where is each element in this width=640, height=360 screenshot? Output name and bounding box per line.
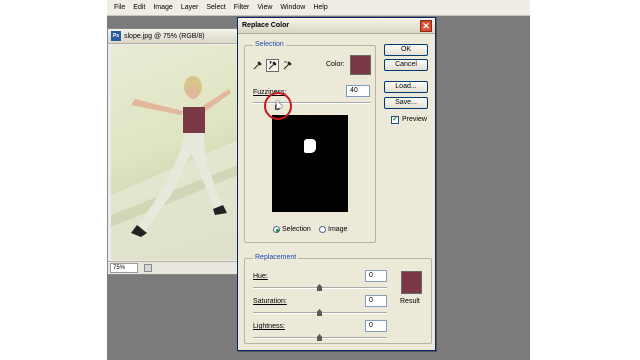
right-frame [530, 0, 640, 360]
radio-selection-label: Selection [282, 226, 311, 233]
result-color-swatch[interactable] [401, 271, 422, 294]
document-window: Ps slope.jpg @ 75% (RGB/8) 75% [107, 28, 240, 275]
image-canvas[interactable] [111, 45, 238, 260]
selection-legend: Selection [253, 41, 286, 48]
fuzziness-input[interactable]: 40 [346, 85, 370, 97]
selection-preview[interactable] [272, 115, 348, 212]
radio-selection[interactable] [273, 226, 280, 233]
hue-label: Hue: [253, 273, 268, 280]
eyedropper-icon[interactable] [251, 59, 264, 72]
menu-filter[interactable]: Filter [230, 0, 254, 16]
photoshop-window: File Edit Image Layer Select Filter View… [107, 0, 530, 360]
selection-group: Selection Color: Fuzziness: 40 Selection [244, 41, 376, 243]
close-button[interactable]: ✕ [420, 20, 432, 32]
eyedropper-plus-icon[interactable] [266, 59, 279, 72]
cancel-button[interactable]: Cancel [384, 59, 428, 71]
document-status-bar: 75% [108, 261, 239, 274]
photo-jumping-woman [111, 76, 238, 260]
replacement-group: Replacement Hue: 0 Saturation: 0 Lightne… [244, 254, 432, 344]
saturation-slider-thumb[interactable] [317, 309, 322, 316]
lightness-input[interactable]: 0 [365, 320, 387, 332]
menu-image[interactable]: Image [149, 0, 176, 16]
saturation-input[interactable]: 0 [365, 295, 387, 307]
menu-layer[interactable]: Layer [177, 0, 203, 16]
document-title: slope.jpg @ 75% (RGB/8) [124, 32, 205, 40]
menu-help[interactable]: Help [309, 0, 331, 16]
document-title-bar[interactable]: Ps slope.jpg @ 75% (RGB/8) [108, 29, 239, 44]
menu-file[interactable]: File [110, 0, 129, 16]
ok-button[interactable]: OK [384, 44, 428, 56]
status-info-icon[interactable] [144, 264, 152, 272]
left-frame [0, 0, 107, 360]
hue-slider-thumb[interactable] [317, 284, 322, 291]
selection-mask-blob [304, 139, 316, 153]
zoom-field[interactable]: 75% [110, 263, 138, 273]
preview-label: Preview [402, 116, 427, 123]
selection-color-swatch[interactable] [350, 55, 371, 75]
menu-edit[interactable]: Edit [129, 0, 149, 16]
hue-input[interactable]: 0 [365, 270, 387, 282]
replace-color-dialog: Replace Color ✕ Selection Color: Fuzzine… [237, 17, 436, 351]
dialog-title: Replace Color [242, 22, 290, 29]
save-button[interactable]: Save... [384, 97, 428, 109]
menu-window[interactable]: Window [276, 0, 309, 16]
saturation-label: Saturation: [253, 298, 287, 305]
eyedropper-minus-icon[interactable] [281, 59, 294, 72]
preview-checkbox[interactable]: ✓ [391, 116, 399, 124]
photoshop-document-icon: Ps [111, 31, 121, 41]
lightness-label: Lightness: [253, 323, 285, 330]
dialog-title-bar[interactable]: Replace Color [238, 18, 435, 34]
color-label: Color: [326, 61, 345, 68]
replacement-legend: Replacement [253, 254, 299, 261]
lightness-slider-thumb[interactable] [317, 334, 322, 341]
menu-bar: File Edit Image Layer Select Filter View… [107, 0, 530, 16]
load-button[interactable]: Load... [384, 81, 428, 93]
menu-view[interactable]: View [253, 0, 276, 16]
menu-select[interactable]: Select [202, 0, 229, 16]
result-label: Result [400, 298, 420, 305]
radio-image[interactable] [319, 226, 326, 233]
radio-image-label: Image [328, 226, 348, 233]
